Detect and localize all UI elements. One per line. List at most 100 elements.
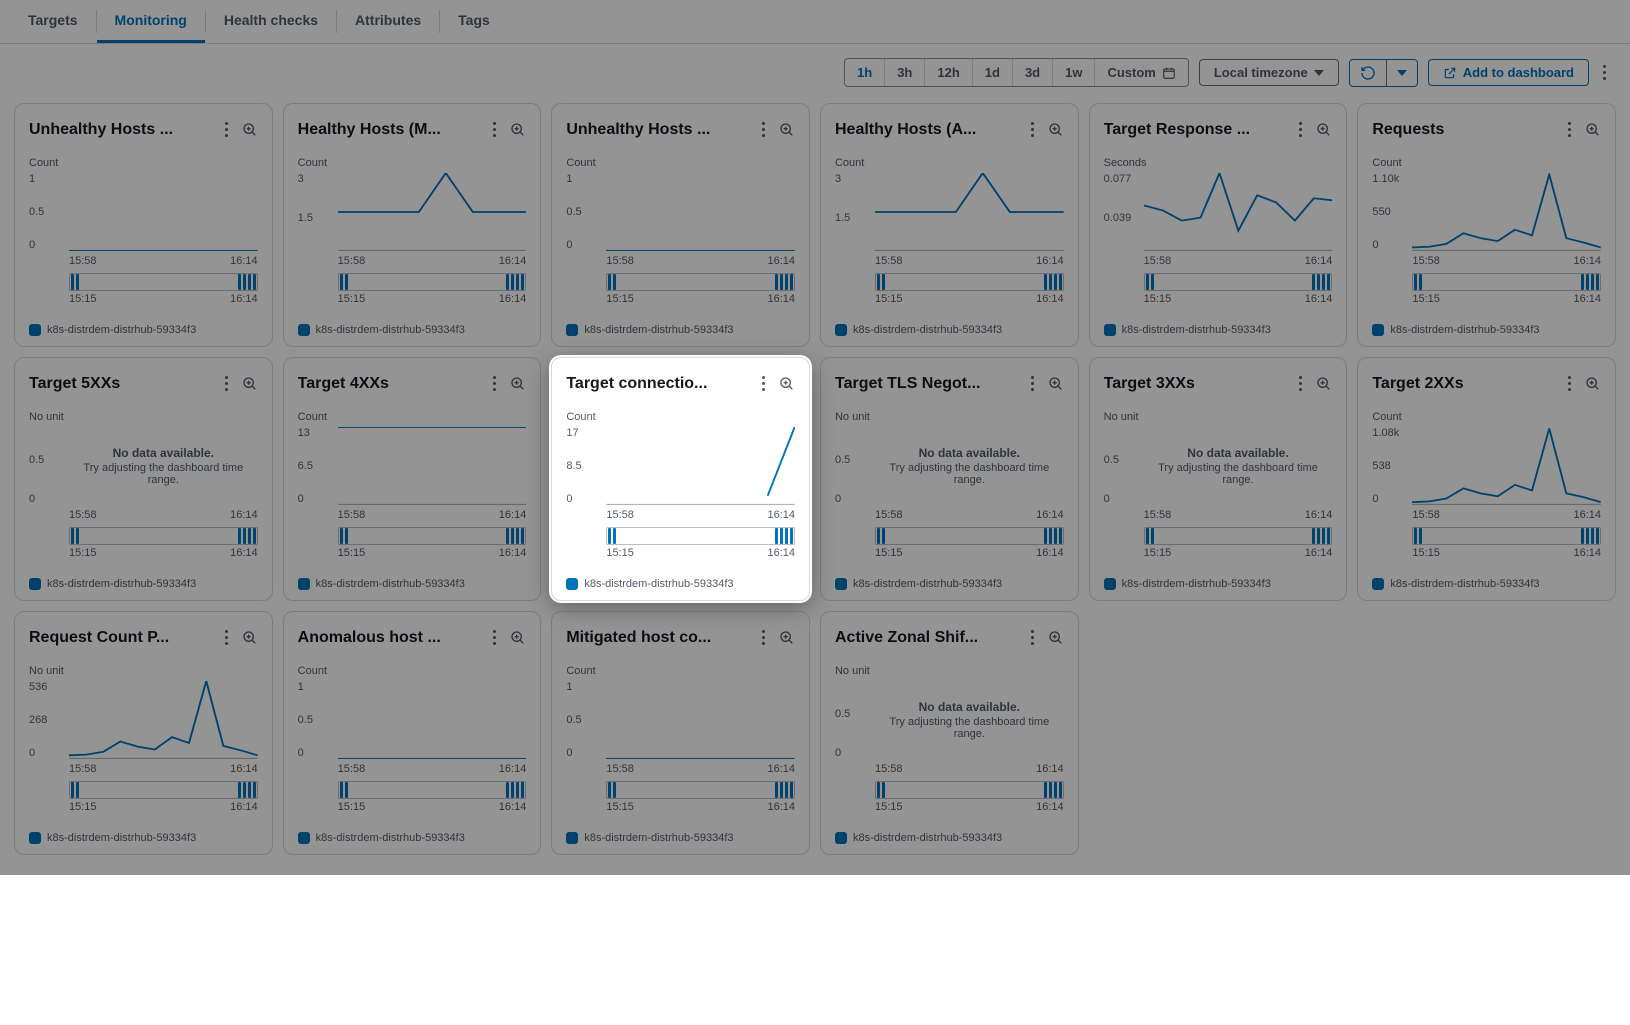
expand-icon[interactable] xyxy=(510,376,526,392)
chart-plot[interactable] xyxy=(1144,173,1333,251)
chart-menu-button[interactable] xyxy=(758,116,769,143)
chart-legend: k8s-distrdem-distrhub-59334f3 xyxy=(29,312,258,336)
time-scrubber[interactable] xyxy=(1144,273,1333,291)
expand-icon[interactable] xyxy=(510,630,526,646)
x-axis-mini: 15:1516:14 xyxy=(338,293,527,305)
refresh-options-button[interactable] xyxy=(1386,60,1417,86)
chart-plot[interactable] xyxy=(606,681,795,759)
time-scrubber[interactable] xyxy=(875,781,1064,799)
chart-menu-button[interactable] xyxy=(1295,370,1306,397)
legend-swatch xyxy=(566,324,578,336)
expand-icon[interactable] xyxy=(1316,122,1332,138)
time-scrubber[interactable] xyxy=(606,273,795,291)
time-scrubber[interactable] xyxy=(69,527,258,545)
chart-menu-button[interactable] xyxy=(1027,370,1038,397)
x-axis-main: 15:5816:14 xyxy=(1372,509,1601,521)
time-scrubber[interactable] xyxy=(69,273,258,291)
time-scrubber[interactable] xyxy=(1412,273,1601,291)
tab-targets[interactable]: Targets xyxy=(10,0,96,43)
chart-legend: k8s-distrdem-distrhub-59334f3 xyxy=(298,312,527,336)
time-scrubber[interactable] xyxy=(875,273,1064,291)
time-scrubber[interactable] xyxy=(1144,527,1333,545)
chart-menu-button[interactable] xyxy=(489,370,500,397)
chart-menu-button[interactable] xyxy=(1564,116,1575,143)
expand-icon[interactable] xyxy=(779,376,795,392)
chart-plot[interactable] xyxy=(875,173,1064,251)
tab-monitoring[interactable]: Monitoring xyxy=(97,0,205,43)
tab-health-checks[interactable]: Health checks xyxy=(206,0,336,43)
chart-plot[interactable] xyxy=(606,427,795,505)
chart-plot[interactable] xyxy=(338,681,527,759)
chart-title: Target 4XXs xyxy=(298,375,484,393)
time-scrubber[interactable] xyxy=(338,781,527,799)
chart-plot[interactable] xyxy=(1412,173,1601,251)
chart-legend: k8s-distrdem-distrhub-59334f3 xyxy=(835,820,1064,844)
range-1w[interactable]: 1w xyxy=(1053,59,1095,86)
chart-plot[interactable] xyxy=(338,427,527,505)
expand-icon[interactable] xyxy=(242,122,258,138)
chart-menu-button[interactable] xyxy=(221,624,232,651)
chart-menu-button[interactable] xyxy=(1027,116,1038,143)
chart-plot[interactable]: No data available.Try adjusting the dash… xyxy=(875,427,1064,505)
chart-plot[interactable]: No data available.Try adjusting the dash… xyxy=(875,681,1064,759)
chart-plot[interactable] xyxy=(1412,427,1601,505)
chart-menu-button[interactable] xyxy=(758,370,769,397)
chart-card-healthy-m: Healthy Hosts (M...Count31.515:5816:1415… xyxy=(283,103,542,347)
expand-icon[interactable] xyxy=(1048,630,1064,646)
add-to-dashboard-button[interactable]: Add to dashboard xyxy=(1428,59,1589,86)
unit-label: Count xyxy=(566,665,795,677)
expand-icon[interactable] xyxy=(1585,122,1601,138)
time-scrubber[interactable] xyxy=(69,781,258,799)
expand-icon[interactable] xyxy=(242,630,258,646)
time-scrubber[interactable] xyxy=(606,527,795,545)
chart-menu-button[interactable] xyxy=(1027,624,1038,651)
more-actions-button[interactable] xyxy=(1599,59,1610,86)
unit-label: Count xyxy=(29,157,258,169)
range-1h[interactable]: 1h xyxy=(845,59,885,86)
range-12h[interactable]: 12h xyxy=(925,59,972,86)
chart-title: Healthy Hosts (A... xyxy=(835,121,1021,139)
expand-icon[interactable] xyxy=(1585,376,1601,392)
expand-icon[interactable] xyxy=(779,630,795,646)
expand-icon[interactable] xyxy=(1048,122,1064,138)
chart-plot[interactable] xyxy=(69,173,258,251)
legend-swatch xyxy=(1372,324,1384,336)
refresh-button[interactable] xyxy=(1350,60,1386,86)
range-3h[interactable]: 3h xyxy=(885,59,925,86)
chart-menu-button[interactable] xyxy=(758,624,769,651)
y-axis-ticks: 1.08k5380 xyxy=(1372,427,1412,505)
tab-tags[interactable]: Tags xyxy=(440,0,508,43)
expand-icon[interactable] xyxy=(510,122,526,138)
nodata-message: No data available.Try adjusting the dash… xyxy=(1144,427,1333,505)
expand-icon[interactable] xyxy=(242,376,258,392)
time-scrubber[interactable] xyxy=(875,527,1064,545)
chart-menu-button[interactable] xyxy=(1564,370,1575,397)
chart-plot[interactable] xyxy=(338,173,527,251)
range-custom[interactable]: Custom xyxy=(1095,59,1187,86)
chart-menu-button[interactable] xyxy=(489,116,500,143)
chart-plot[interactable]: No data available.Try adjusting the dash… xyxy=(1144,427,1333,505)
unit-label: No unit xyxy=(835,411,1064,423)
chart-plot[interactable]: No data available.Try adjusting the dash… xyxy=(69,427,258,505)
expand-icon[interactable] xyxy=(1048,376,1064,392)
chart-menu-button[interactable] xyxy=(1295,116,1306,143)
chart-menu-button[interactable] xyxy=(221,370,232,397)
chart-menu-button[interactable] xyxy=(489,624,500,651)
y-axis-ticks: 0.50 xyxy=(29,427,69,505)
range-1d[interactable]: 1d xyxy=(973,59,1013,86)
time-scrubber[interactable] xyxy=(606,781,795,799)
chart-plot[interactable] xyxy=(606,173,795,251)
chart-title: Unhealthy Hosts ... xyxy=(29,121,215,139)
chart-legend: k8s-distrdem-distrhub-59334f3 xyxy=(566,820,795,844)
time-scrubber[interactable] xyxy=(1412,527,1601,545)
chart-plot[interactable] xyxy=(69,681,258,759)
expand-icon[interactable] xyxy=(779,122,795,138)
time-scrubber[interactable] xyxy=(338,273,527,291)
tab-attributes[interactable]: Attributes xyxy=(337,0,439,43)
expand-icon[interactable] xyxy=(1316,376,1332,392)
time-scrubber[interactable] xyxy=(338,527,527,545)
legend-label: k8s-distrdem-distrhub-59334f3 xyxy=(316,578,465,590)
chart-menu-button[interactable] xyxy=(221,116,232,143)
timezone-dropdown[interactable]: Local timezone xyxy=(1199,59,1339,86)
range-3d[interactable]: 3d xyxy=(1013,59,1053,86)
